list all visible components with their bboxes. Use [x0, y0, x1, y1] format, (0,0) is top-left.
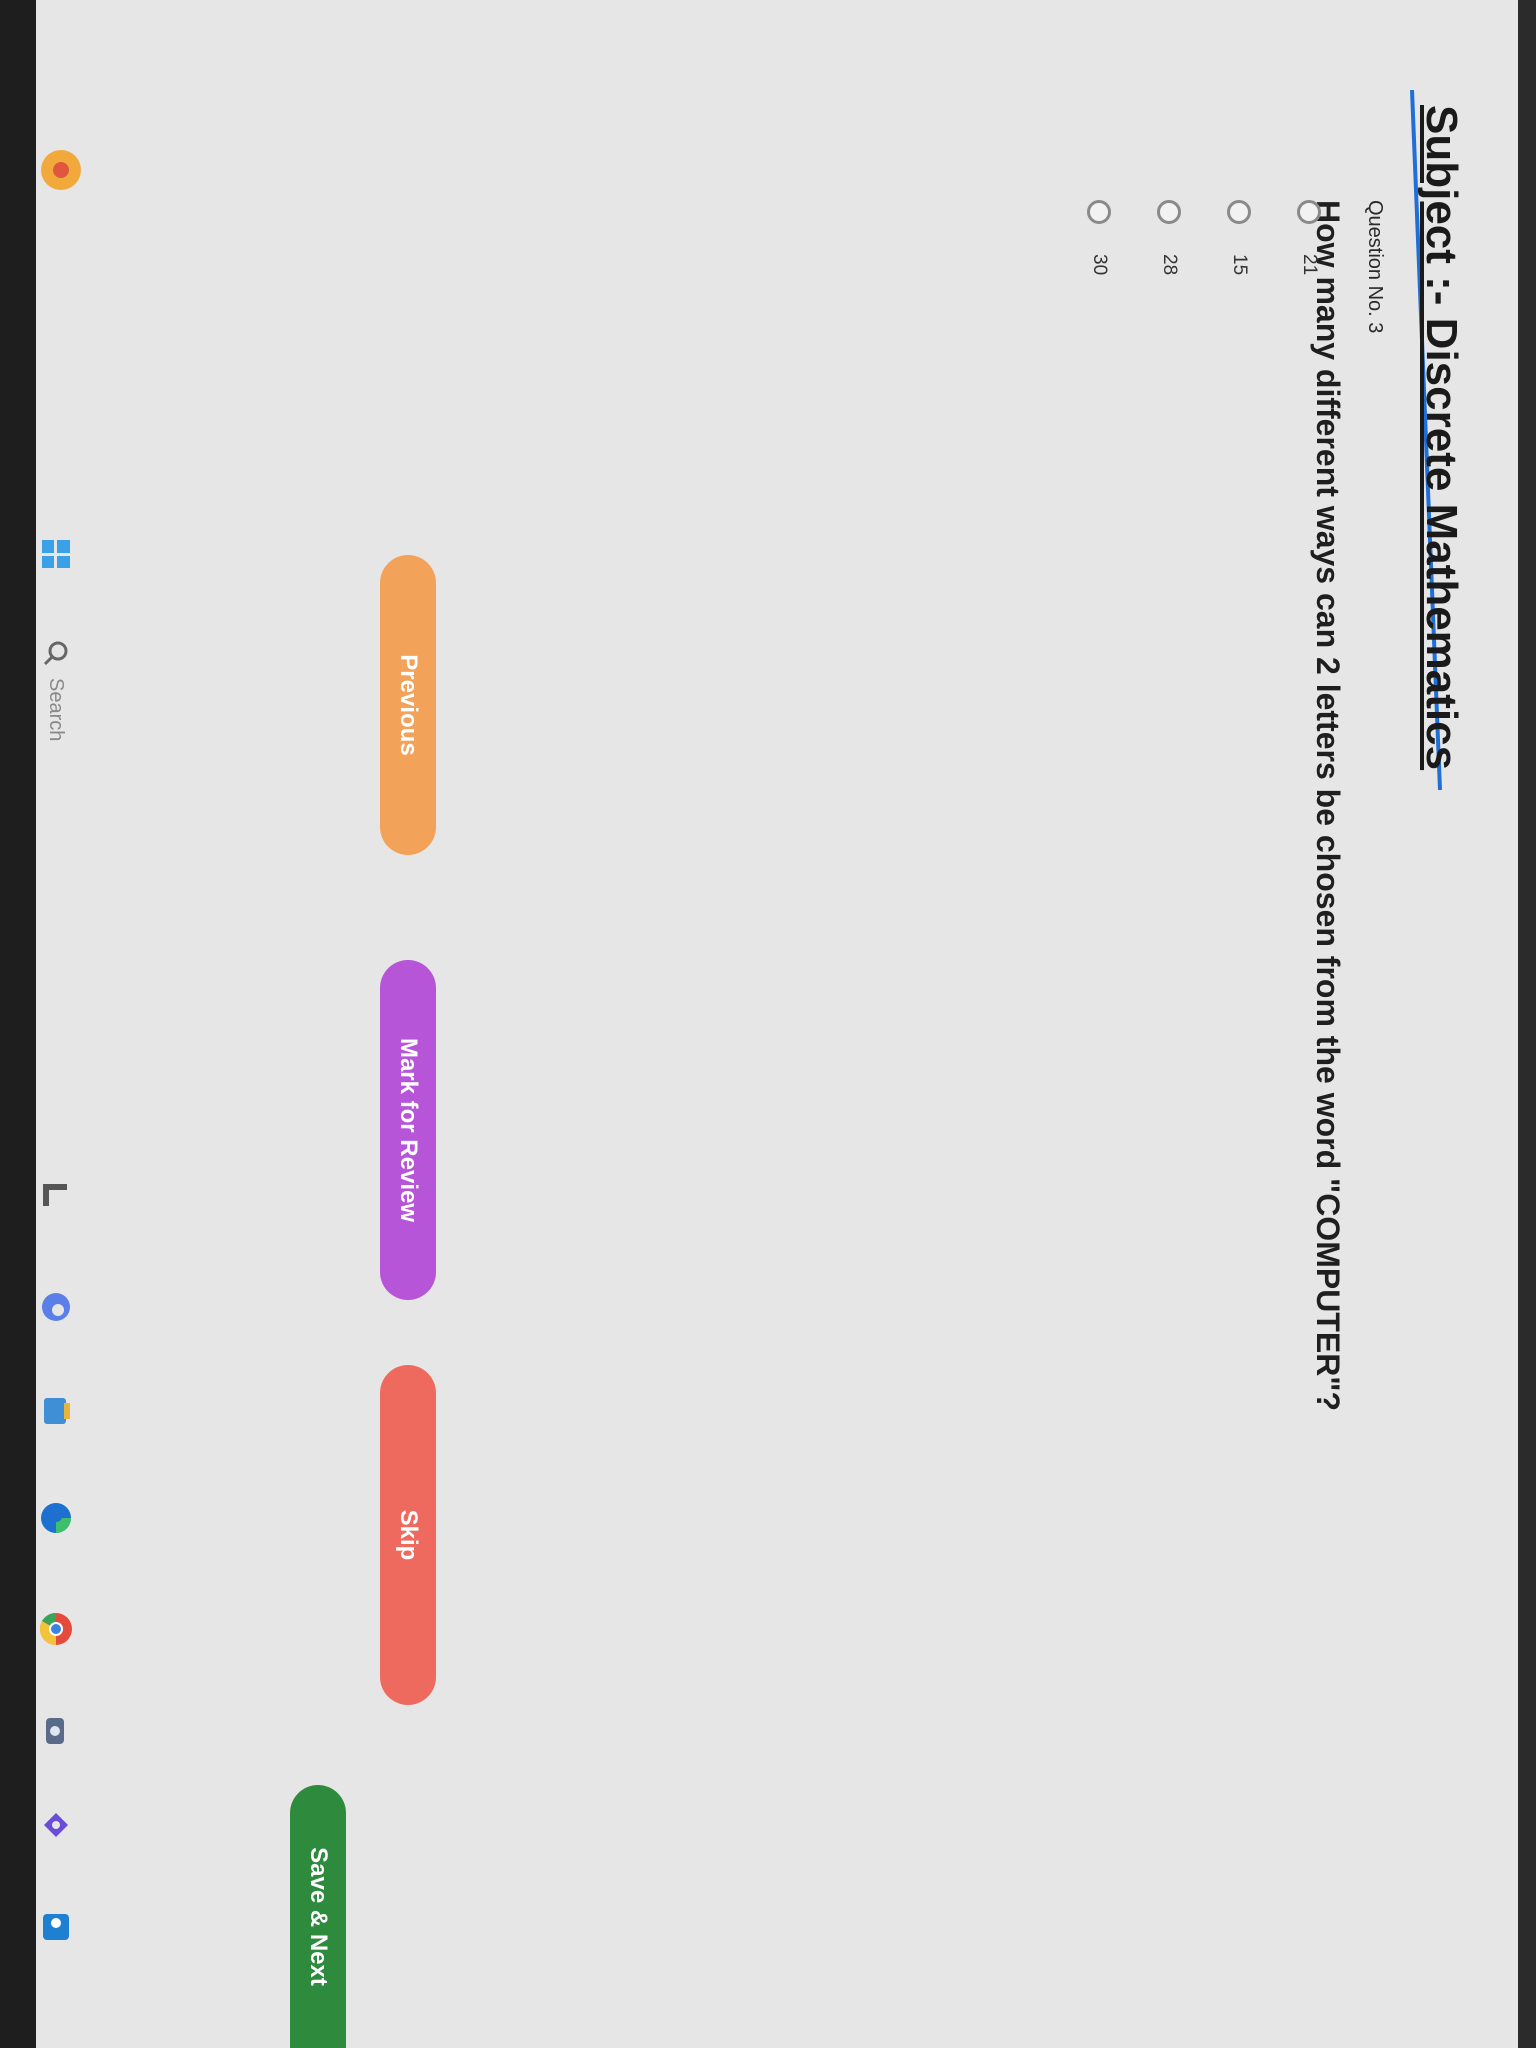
question-number: Question No. 3	[1364, 200, 1386, 334]
subject-title: Subject :- Discrete Mathematics	[1417, 105, 1466, 771]
option-label: 15	[1229, 254, 1250, 276]
screen-bezel-bottom	[0, 0, 36, 2048]
camera-icon[interactable]	[31, 1715, 81, 1747]
exam-window: Subject :- Discrete Mathematics Question…	[0, 0, 1536, 2048]
radio-button[interactable]	[1087, 200, 1111, 224]
option-1[interactable]: 21	[1297, 200, 1321, 275]
radio-button[interactable]	[1157, 200, 1181, 224]
edge-icon[interactable]	[31, 1290, 81, 1324]
option-2[interactable]: 15	[1227, 200, 1251, 275]
chrome-icon[interactable]	[31, 1610, 81, 1648]
mark-for-review-button[interactable]: Mark for Review	[380, 960, 436, 1300]
save-next-button[interactable]: Save & Next	[290, 1785, 346, 2048]
notification-icon[interactable]	[41, 150, 81, 190]
option-label: 28	[1159, 254, 1180, 276]
edge-browser-icon[interactable]	[31, 1500, 81, 1536]
settings-icon[interactable]	[31, 1810, 81, 1840]
search-icon	[43, 641, 68, 666]
outlook-icon[interactable]	[31, 1910, 81, 1944]
option-label: 21	[1299, 254, 1320, 276]
store-icon[interactable]	[31, 1395, 81, 1427]
question-text: How many different ways can 2 letters be…	[1310, 200, 1346, 1412]
option-label: 30	[1089, 254, 1110, 276]
skip-button[interactable]: Skip	[380, 1365, 436, 1705]
option-4[interactable]: 30	[1087, 200, 1111, 275]
radio-button[interactable]	[1227, 200, 1251, 224]
previous-button[interactable]: Previous	[380, 555, 436, 855]
radio-button[interactable]	[1297, 200, 1321, 224]
option-3[interactable]: 28	[1157, 200, 1181, 275]
taskbar: Search	[31, 0, 81, 2048]
windows-start-icon[interactable]	[31, 540, 81, 568]
screen-bezel-top	[1518, 0, 1536, 2048]
search-box[interactable]: Search	[31, 640, 81, 741]
search-label: Search	[45, 678, 68, 742]
file-explorer-icon[interactable]	[31, 1180, 81, 1210]
